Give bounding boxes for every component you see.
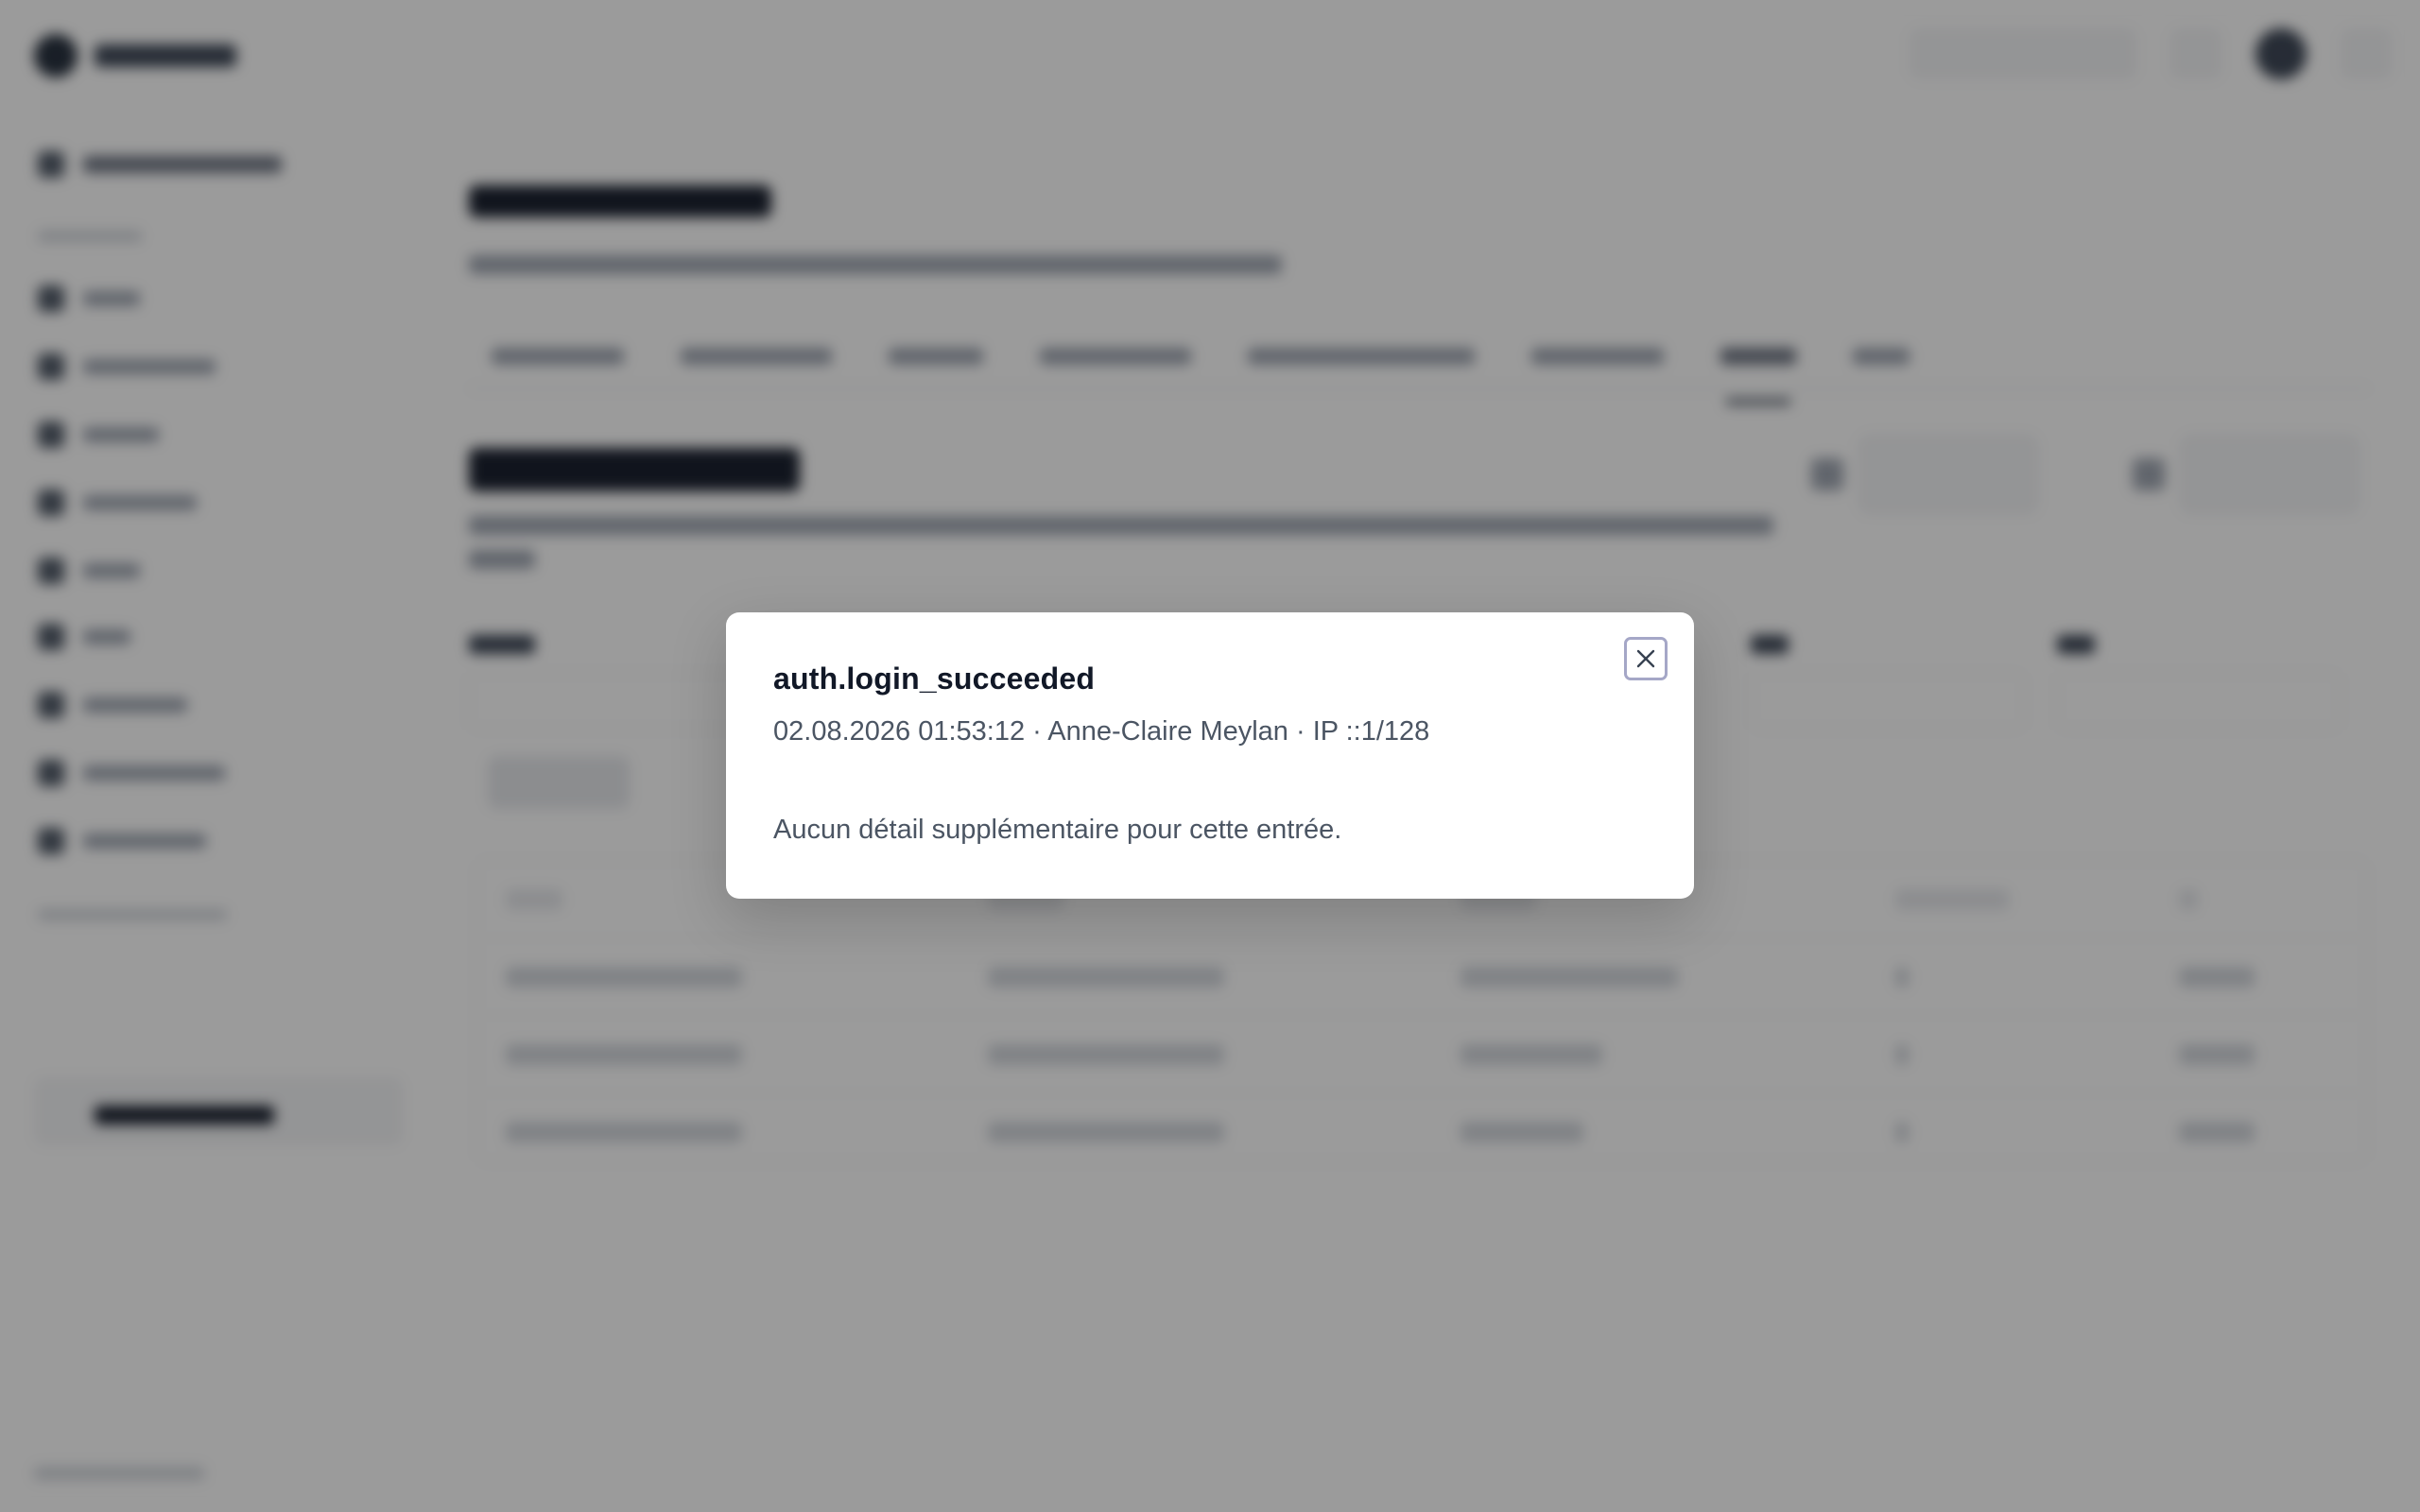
close-button[interactable]	[1624, 637, 1668, 680]
close-icon	[1636, 649, 1655, 668]
dialog-body-text: Aucun détail supplémentaire pour cette e…	[773, 815, 1342, 845]
audit-entry-dialog: auth.login_succeeded 02.08.2026 01:53:12…	[726, 612, 1694, 899]
dialog-meta: 02.08.2026 01:53:12 · Anne-Claire Meylan…	[773, 716, 1430, 747]
dialog-title: auth.login_succeeded	[773, 662, 1096, 696]
